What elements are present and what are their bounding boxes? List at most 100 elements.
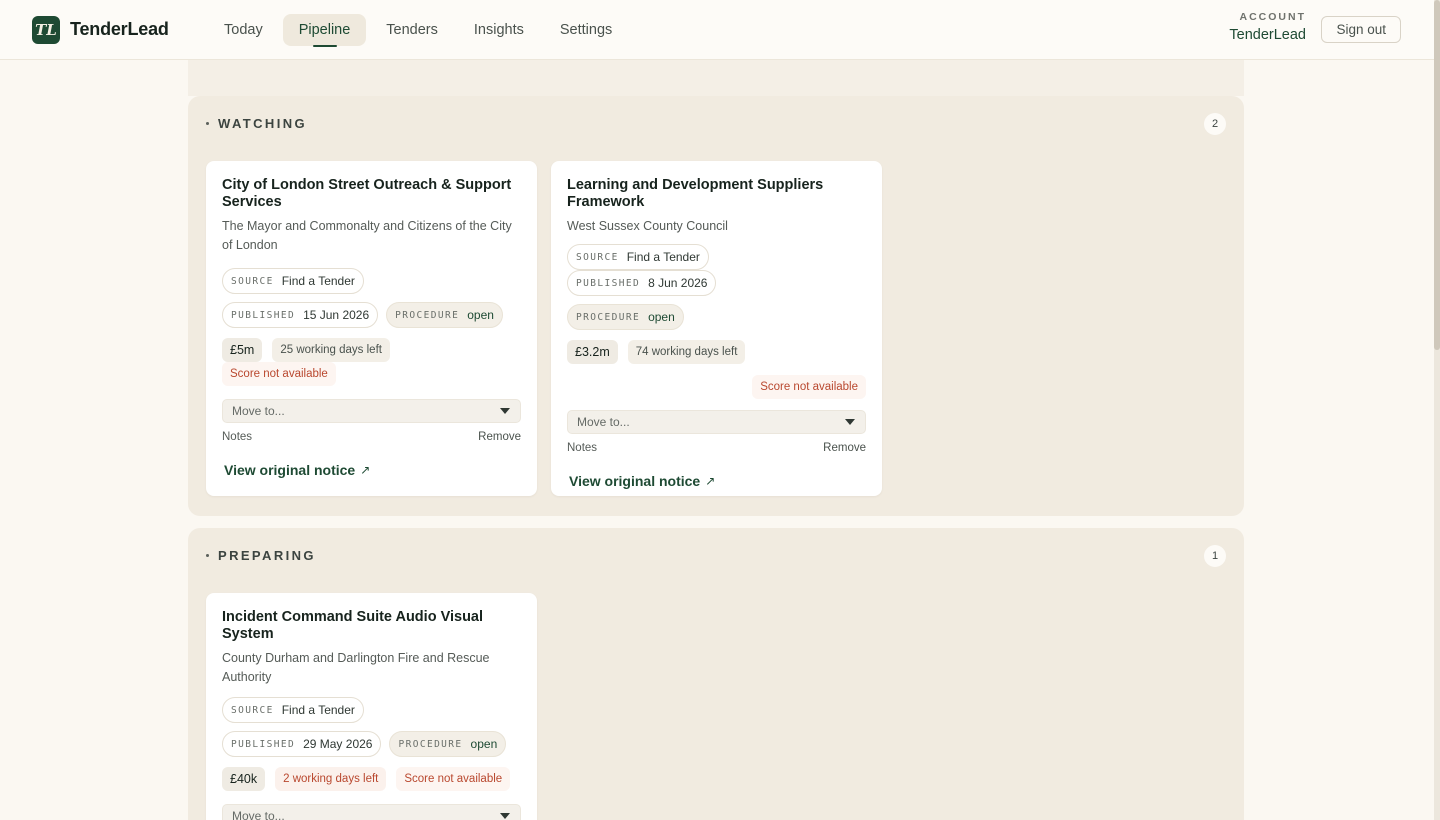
- value-chip: £40k: [222, 767, 266, 791]
- section-count-badge: 1: [1204, 545, 1226, 567]
- procedure-pill: PROCEDURE open: [389, 731, 507, 757]
- procedure-key: PROCEDURE: [395, 309, 460, 321]
- pipeline-section-watching: WATCHING 2 City of London Street Outreac…: [188, 96, 1244, 516]
- meta-row: PUBLISHED 15 Jun 2026 PROCEDURE open: [222, 302, 521, 328]
- source-pill: SOURCE Find a Tender: [222, 697, 364, 723]
- section-title: PREPARING: [218, 548, 316, 563]
- tender-buyer: West Sussex County Council: [567, 219, 728, 233]
- view-original-label: View original notice: [569, 473, 701, 489]
- remove-button[interactable]: Remove: [478, 431, 521, 443]
- procedure-value: open: [648, 310, 675, 324]
- previous-section-edge: [188, 60, 1244, 96]
- view-original-notice-link[interactable]: View original notice ↗: [224, 462, 370, 478]
- source-pill: SOURCE Find a Tender: [567, 244, 709, 270]
- source-key: SOURCE: [576, 251, 619, 263]
- procedure-value: open: [470, 737, 498, 751]
- account-info: ACCOUNT TenderLead: [1229, 11, 1306, 43]
- tender-title[interactable]: Incident Command Suite Audio Visual Syst…: [222, 609, 521, 643]
- published-date: 15 Jun 2026: [303, 308, 370, 322]
- view-original-notice-link[interactable]: View original notice ↗: [569, 473, 715, 489]
- section-header[interactable]: PREPARING: [206, 548, 316, 563]
- tender-card: Learning and Development Suppliers Frame…: [551, 161, 882, 496]
- source-pill: SOURCE Find a Tender: [222, 268, 364, 294]
- main-nav: Today Pipeline Tenders Insights Settings: [208, 13, 632, 47]
- notes-row: Notes Remove: [567, 442, 866, 454]
- scrollbar-thumb[interactable]: [1434, 0, 1440, 350]
- value-chip: £3.2m: [567, 340, 618, 364]
- bullet-icon: [206, 554, 209, 557]
- move-to-select[interactable]: Move to...: [222, 804, 521, 820]
- move-to-placeholder: Move to...: [577, 415, 630, 429]
- stats-row: £40k 2 working days left Score not avail…: [222, 767, 521, 791]
- days-left-chip: 2 working days left: [275, 767, 387, 791]
- stats-row: £5m 25 working days left Score not avail…: [222, 338, 521, 386]
- section-header[interactable]: WATCHING: [206, 116, 307, 131]
- published-key: PUBLISHED: [576, 277, 641, 289]
- published-pill: PUBLISHED 29 May 2026: [222, 731, 382, 757]
- notes-link[interactable]: Notes: [567, 442, 597, 454]
- nav-item-today[interactable]: Today: [208, 14, 279, 46]
- procedure-key: PROCEDURE: [576, 311, 641, 323]
- tender-buyer: County Durham and Darlington Fire and Re…: [222, 651, 490, 684]
- score-chip: Score not available: [752, 375, 866, 399]
- notes-link[interactable]: Notes: [222, 431, 252, 443]
- score-chip: Score not available: [396, 767, 511, 791]
- score-row: Score not available: [567, 375, 866, 399]
- tender-card: City of London Street Outreach & Support…: [206, 161, 537, 496]
- source-key: SOURCE: [231, 704, 274, 716]
- tender-card: Incident Command Suite Audio Visual Syst…: [206, 593, 537, 820]
- source-value: Find a Tender: [281, 274, 355, 288]
- procedure-pill: PROCEDURE open: [567, 304, 684, 330]
- brand[interactable]: TL TenderLead: [32, 15, 208, 44]
- days-left-chip: 74 working days left: [627, 340, 746, 364]
- nav-item-insights[interactable]: Insights: [458, 14, 540, 46]
- move-to-select[interactable]: Move to...: [222, 399, 521, 423]
- caret-down-icon: [500, 813, 510, 819]
- stats-row: £3.2m 74 working days left: [567, 340, 866, 364]
- caret-down-icon: [845, 419, 855, 425]
- published-date: 29 May 2026: [303, 737, 373, 751]
- pipeline-section-preparing: PREPARING 1 Incident Command Suite Audio…: [188, 528, 1244, 820]
- bullet-icon: [206, 122, 209, 125]
- source-row: SOURCE Find a Tender: [222, 268, 521, 294]
- nav-item-settings[interactable]: Settings: [544, 14, 628, 46]
- procedure-row: PROCEDURE open: [567, 304, 866, 330]
- published-date: 8 Jun 2026: [648, 276, 708, 290]
- section-title: WATCHING: [218, 116, 308, 131]
- caret-down-icon: [500, 408, 510, 414]
- account-label: ACCOUNT: [1239, 11, 1306, 23]
- tenderlead-logo-icon: TL: [32, 15, 60, 44]
- source-value: Find a Tender: [626, 250, 700, 264]
- tender-title[interactable]: City of London Street Outreach & Support…: [222, 177, 521, 211]
- source-row: SOURCE Find a Tender: [222, 697, 521, 723]
- value-chip: £5m: [222, 338, 263, 362]
- published-pill: PUBLISHED 8 Jun 2026: [567, 270, 717, 296]
- meta-row: PUBLISHED 29 May 2026 PROCEDURE open: [222, 731, 521, 757]
- nav-item-pipeline[interactable]: Pipeline: [282, 13, 367, 47]
- tender-buyer: The Mayor and Commonalty and Citizens of…: [222, 219, 512, 252]
- sign-out-button[interactable]: Sign out: [1321, 16, 1401, 43]
- procedure-value: open: [467, 308, 494, 322]
- source-value: Find a Tender: [281, 703, 355, 717]
- top-navigation-bar: TL TenderLead Today Pipeline Tenders Ins…: [0, 0, 1434, 60]
- source-key: SOURCE: [231, 275, 274, 287]
- tender-title[interactable]: Learning and Development Suppliers Frame…: [567, 177, 866, 211]
- meta-row: SOURCE Find a Tender PUBLISHED 8 Jun 202…: [567, 244, 866, 296]
- published-pill: PUBLISHED 15 Jun 2026: [222, 302, 379, 328]
- move-to-placeholder: Move to...: [232, 404, 285, 418]
- move-to-placeholder: Move to...: [232, 809, 285, 820]
- days-left-chip: 25 working days left: [272, 338, 390, 362]
- procedure-pill: PROCEDURE open: [386, 302, 503, 328]
- account-name[interactable]: TenderLead: [1229, 27, 1306, 43]
- remove-button[interactable]: Remove: [823, 442, 866, 454]
- external-link-icon: ↗: [360, 463, 371, 477]
- view-original-label: View original notice: [224, 462, 356, 478]
- score-chip: Score not available: [222, 362, 336, 386]
- scrollbar-track[interactable]: [1434, 0, 1440, 820]
- move-to-select[interactable]: Move to...: [567, 410, 866, 434]
- procedure-key: PROCEDURE: [398, 738, 463, 750]
- nav-item-tenders[interactable]: Tenders: [370, 14, 454, 46]
- notes-row: Notes Remove: [222, 431, 521, 443]
- brand-name: TenderLead: [70, 19, 169, 39]
- published-key: PUBLISHED: [231, 738, 296, 750]
